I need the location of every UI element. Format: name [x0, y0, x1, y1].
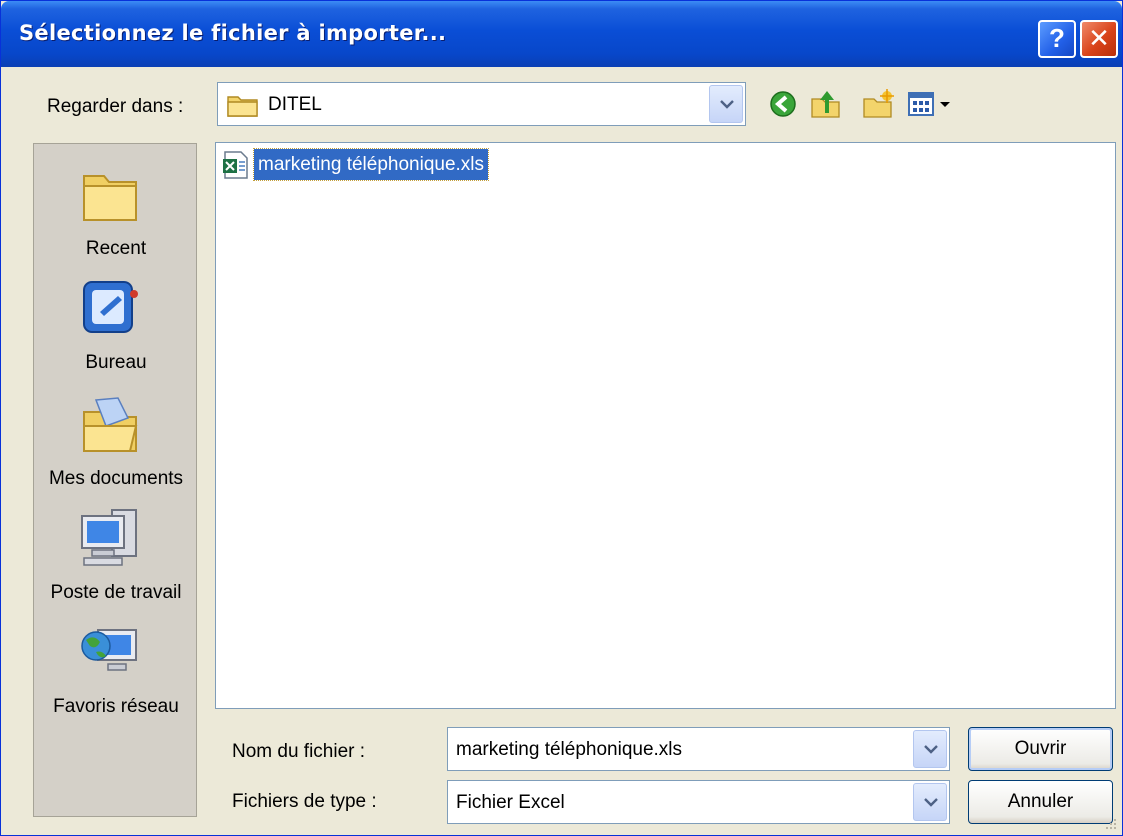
place-label: Bureau [85, 352, 147, 373]
filetype-value: Fichier Excel [456, 792, 565, 813]
my-computer-icon [81, 509, 137, 566]
chevron-down-icon [720, 100, 734, 109]
close-icon: ✕ [1088, 23, 1110, 53]
excel-file-icon [223, 151, 248, 179]
filename-dropdown-button[interactable] [913, 730, 947, 768]
place-my-computer[interactable]: Poste de travail [34, 506, 198, 618]
folder-icon [227, 96, 258, 117]
file-dialog: Sélectionnez le fichier à importer... ? … [0, 0, 1123, 836]
title-bar[interactable]: Sélectionnez le fichier à importer... ? … [1, 1, 1122, 67]
chevron-down-icon [924, 798, 938, 807]
desktop-icon [83, 281, 138, 333]
places-bar: Recent Bureau Mes documents Poste de tra… [33, 143, 197, 817]
view-menu-icon[interactable] [906, 87, 952, 121]
file-name: marketing téléphonique.xls [252, 148, 490, 181]
lookin-label: Regarder dans : [47, 96, 184, 117]
dialog-title: Sélectionnez le fichier à importer... [19, 21, 447, 45]
new-folder-icon[interactable] [861, 87, 895, 121]
lookin-dropdown[interactable]: DITEL [217, 82, 746, 126]
filename-value: marketing téléphonique.xls [456, 739, 683, 760]
lookin-dropdown-button[interactable] [709, 85, 743, 123]
cancel-button[interactable]: Annuler [968, 780, 1113, 824]
network-places-icon [81, 629, 137, 671]
help-button[interactable]: ? [1038, 20, 1076, 58]
resize-grip-icon[interactable] [1102, 815, 1118, 831]
close-button[interactable]: ✕ [1080, 20, 1118, 58]
place-label: Favoris réseau [53, 696, 179, 717]
place-label: Poste de travail [50, 582, 182, 603]
recent-folder-icon [83, 175, 137, 221]
back-icon[interactable] [766, 87, 800, 121]
filetype-dropdown-button[interactable] [913, 783, 947, 821]
help-icon: ? [1049, 23, 1065, 53]
place-network[interactable]: Favoris réseau [34, 620, 198, 732]
open-button[interactable]: Ouvrir [968, 727, 1113, 771]
filename-input[interactable]: marketing téléphonique.xls [447, 727, 950, 771]
place-my-documents[interactable]: Mes documents [34, 392, 198, 504]
filetype-select[interactable]: Fichier Excel [447, 780, 950, 824]
place-desktop[interactable]: Bureau [34, 276, 198, 388]
up-folder-icon[interactable] [809, 87, 843, 121]
filetype-label: Fichiers de type : [232, 791, 377, 812]
file-list[interactable]: marketing téléphonique.xls [215, 142, 1116, 709]
place-label: Recent [85, 238, 147, 259]
lookin-value: DITEL [268, 94, 322, 115]
filename-label: Nom du fichier : [232, 741, 366, 762]
chevron-down-icon [924, 745, 938, 754]
place-label: Mes documents [48, 468, 184, 489]
my-documents-icon [83, 397, 138, 452]
place-recent[interactable]: Recent [34, 162, 198, 272]
